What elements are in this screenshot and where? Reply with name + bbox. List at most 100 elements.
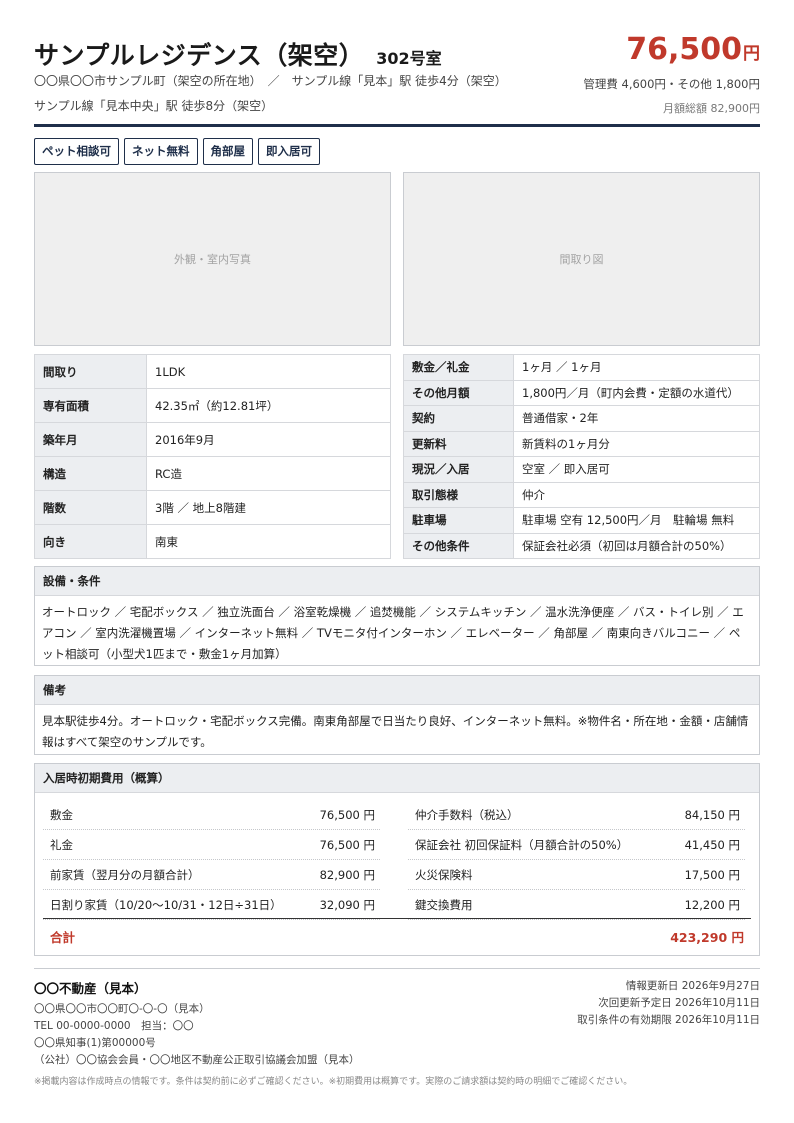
spec-value: 駐車場 空有 12,500円／月 駐輪場 無料	[513, 507, 760, 534]
cost-label: 鍵交換費用	[415, 897, 473, 912]
notes-heading: 備考	[35, 676, 759, 705]
spec-row: その他条件 保証会社必須（初回は月額合計の50%）	[403, 532, 760, 559]
cost-row: 前家賃（翌月分の月額合計） 82,900 円	[43, 860, 380, 890]
spec-row: 構造 RC造	[34, 456, 391, 491]
footer-divider	[34, 968, 760, 969]
cost-row: 日割り家賃（10/20〜10/31・12日÷31日） 32,090 円	[43, 890, 380, 920]
cost-label: 礼金	[50, 837, 73, 852]
rent-price: 76,500円	[583, 34, 760, 70]
cost-value: 17,500 円	[684, 867, 740, 882]
agent-license: 〇〇県知事(1)第00000号	[34, 1037, 156, 1049]
tag-corner: 角部屋	[202, 138, 253, 165]
spec-value: 空室 ／ 即入居可	[513, 456, 760, 483]
exterior-photo-label: 外観・室内写真	[174, 253, 251, 266]
spec-value: RC造	[146, 456, 391, 491]
cost-label: 保証会社 初回保証料（月額合計の50%）	[415, 837, 629, 852]
spec-value: 1ヶ月 ／ 1ヶ月	[513, 354, 760, 381]
equipment-heading: 設備・条件	[35, 567, 759, 596]
cost-row: 敷金 76,500 円	[43, 800, 380, 830]
spec-label: その他月額	[403, 379, 514, 406]
cost-row: 鍵交換費用 12,200 円	[408, 890, 745, 920]
spec-row: 築年月 2016年9月	[34, 422, 391, 457]
cost-total-label: 合計	[50, 929, 76, 945]
costs-heading: 入居時初期費用（概算）	[35, 764, 759, 793]
tag-move-in: 即入居可	[258, 138, 320, 165]
cost-row: 仲介手数料（税込） 84,150 円	[408, 800, 745, 830]
spec-label: 更新料	[403, 430, 514, 457]
floorplan-placeholder: 間取り図	[403, 172, 760, 346]
spec-row: 現況／入居 空室 ／ 即入居可	[403, 456, 760, 483]
equipment-section: 設備・条件 オートロック ／ 宅配ボックス ／ 独立洗面台 ／ 浴室乾燥機 ／ …	[34, 566, 760, 666]
header-divider	[34, 124, 760, 127]
notes-section: 備考 見本駅徒歩4分。オートロック・宅配ボックス完備。南東角部屋で日当たり良好、…	[34, 675, 760, 755]
address-line-1: 〇〇県〇〇市サンプル町（架空の所在地） ／ サンプル線「見本」駅 徒歩4分（架空…	[34, 74, 507, 88]
cost-label: 火災保険料	[415, 867, 473, 882]
address-line-2: サンプル線「見本中央」駅 徒歩8分（架空）	[34, 99, 274, 113]
cost-value: 32,090 円	[319, 897, 375, 912]
spec-row: 間取り 1LDK	[34, 354, 391, 389]
agent-info: 〇〇不動産（見本） 〇〇県〇〇市〇〇町〇-〇-〇（見本） TEL 00-0000…	[34, 978, 360, 1069]
spec-row: 階数 3階 ／ 地上8階建	[34, 490, 391, 525]
cost-label: 前家賃（翌月分の月額合計）	[50, 867, 200, 882]
spec-value: 42.35㎡（約12.81坪）	[146, 388, 391, 423]
feature-tags: ペット相談可 ネット無料 角部屋 即入居可	[34, 138, 320, 165]
spec-label: 現況／入居	[403, 456, 514, 483]
cost-label: 日割り家賃（10/20〜10/31・12日÷31日）	[50, 897, 282, 912]
spec-table-right: 敷金／礼金 1ヶ月 ／ 1ヶ月 その他月額 1,800円／月（町内会費・定額の水道代…	[403, 354, 760, 559]
listing-page: サンプルレジデンス（架空） 302号室 〇〇県〇〇市サンプル町（架空の所在地） ／…	[0, 0, 794, 1123]
cost-value: 82,900 円	[319, 867, 375, 882]
rent-amount: 76,500	[626, 32, 742, 67]
room-number: 302号室	[376, 49, 442, 68]
spec-row: 向き 南東	[34, 524, 391, 559]
cost-label: 仲介手数料（税込）	[415, 807, 519, 822]
expiry-date: 取引条件の有効期限 2026年10月11日	[577, 1014, 760, 1026]
spec-value: 1LDK	[146, 354, 391, 389]
cost-row: 火災保険料 17,500 円	[408, 860, 745, 890]
cost-value: 76,500 円	[319, 837, 375, 852]
title-row: サンプルレジデンス（架空） 302号室	[34, 36, 442, 72]
spec-label: 取引態様	[403, 481, 514, 508]
spec-label: その他条件	[403, 532, 514, 559]
spec-label: 築年月	[34, 422, 147, 457]
monthly-total: 月額総額 82,900円	[663, 102, 760, 115]
cost-label: 敷金	[50, 807, 73, 822]
property-title: サンプルレジデンス（架空）	[34, 41, 365, 70]
spec-label: 階数	[34, 490, 147, 525]
cost-total-divider	[43, 918, 751, 919]
spec-value: 新賃料の1ヶ月分	[513, 430, 760, 457]
spec-label: 向き	[34, 524, 147, 559]
cost-total-value: 423,290 円	[670, 929, 744, 945]
spec-label: 構造	[34, 456, 147, 491]
spec-value: 南東	[146, 524, 391, 559]
next-update-date: 次回更新予定日 2026年10月11日	[598, 997, 760, 1009]
notes-body: 見本駅徒歩4分。オートロック・宅配ボックス完備。南東角部屋で日当たり良好、インタ…	[42, 714, 749, 749]
fees-text: 管理費 4,600円・その他 1,800円	[583, 77, 760, 91]
spec-row: 取引態様 仲介	[403, 481, 760, 508]
spec-table-left: 間取り 1LDK 専有面積 42.35㎡（約12.81坪） 築年月 2016年9月 構…	[34, 354, 391, 559]
listing-dates: 情報更新日 2026年9月27日 次回更新予定日 2026年10月11日 取引条…	[577, 978, 760, 1029]
cost-total-row: 合計 423,290 円	[50, 922, 744, 950]
spec-row: 更新料 新賃料の1ヶ月分	[403, 430, 760, 457]
spec-value: 3階 ／ 地上8階建	[146, 490, 391, 525]
cost-row: 礼金 76,500 円	[43, 830, 380, 860]
spec-value: 2016年9月	[146, 422, 391, 457]
spec-row: 契約 普通借家・2年	[403, 405, 760, 432]
cost-row: 保証会社 初回保証料（月額合計の50%） 41,450 円	[408, 830, 745, 860]
spec-value: 1,800円／月（町内会費・定額の水道代）	[513, 379, 760, 406]
initial-costs-section: 入居時初期費用（概算） 敷金 76,500 円 礼金 76,500 円 前家賃（翌月…	[34, 763, 760, 956]
floorplan-label: 間取り図	[559, 253, 604, 266]
spec-label: 間取り	[34, 354, 147, 389]
spec-label: 契約	[403, 405, 514, 432]
spec-row: その他月額 1,800円／月（町内会費・定額の水道代）	[403, 379, 760, 406]
spec-label: 駐車場	[403, 507, 514, 534]
spec-value: 普通借家・2年	[513, 405, 760, 432]
spec-row: 専有面積 42.35㎡（約12.81坪）	[34, 388, 391, 423]
exterior-photo-placeholder: 外観・室内写真	[34, 172, 391, 346]
rent-unit: 円	[743, 44, 760, 64]
spec-value: 仲介	[513, 481, 760, 508]
cost-column-right: 仲介手数料（税込） 84,150 円 保証会社 初回保証料（月額合計の50%） 41…	[408, 800, 745, 920]
agent-name: 〇〇不動産（見本）	[34, 981, 147, 996]
cost-value: 84,150 円	[684, 807, 740, 822]
equipment-body: オートロック ／ 宅配ボックス ／ 独立洗面台 ／ 浴室乾燥機 ／ 追焚機能 ／…	[42, 605, 744, 661]
updated-date: 情報更新日 2026年9月27日	[625, 980, 760, 992]
